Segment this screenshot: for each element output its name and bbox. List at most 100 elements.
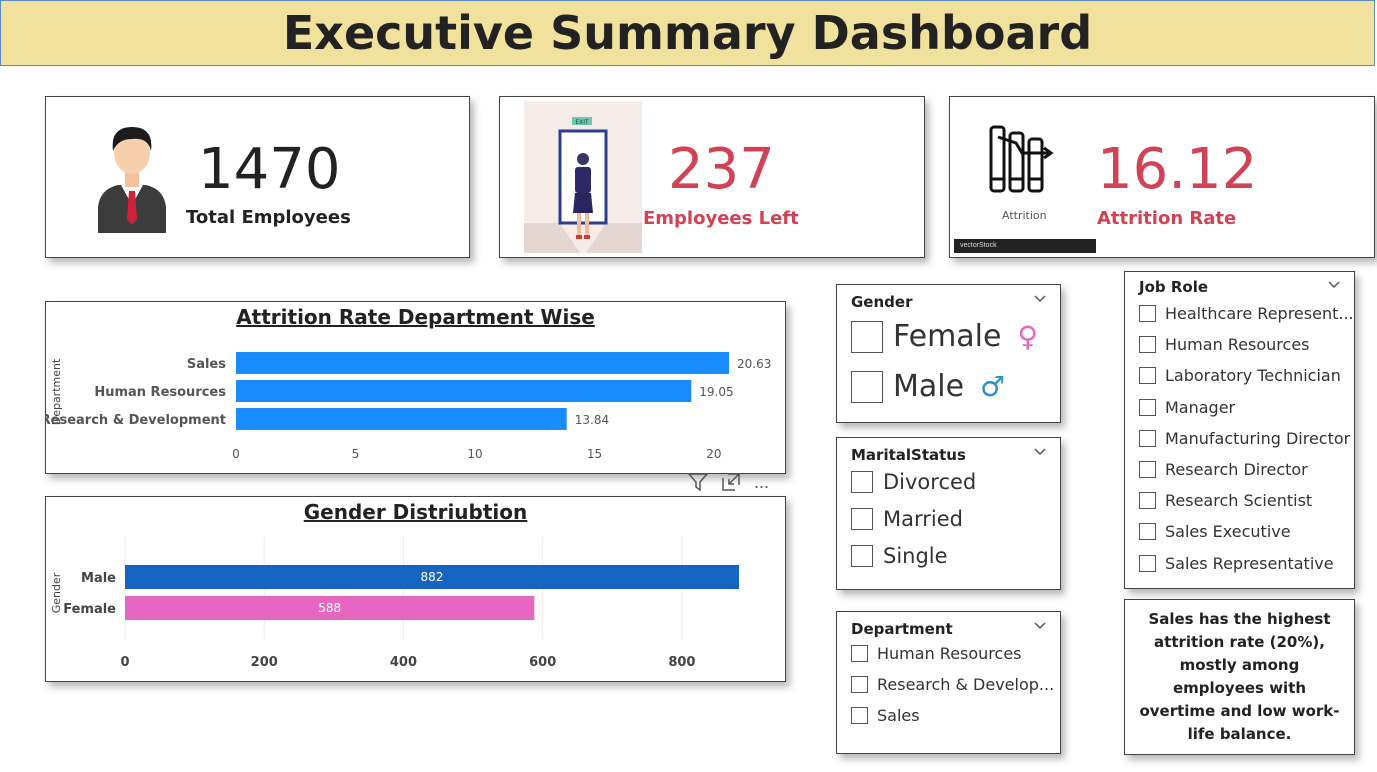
job-role-option[interactable]: Research Scientist [1139,491,1312,510]
focus-mode-icon[interactable] [722,473,740,491]
job-role-option[interactable]: Manufacturing Director [1139,429,1350,448]
marital-option-single[interactable]: Single [851,544,948,568]
x-tick-label: 10 [467,447,482,461]
checkbox[interactable] [1139,398,1156,416]
option-label: Female [893,319,1002,354]
bar-0 [236,352,729,374]
marital-option-married[interactable]: Married [851,507,963,531]
kpi-total-employees-card[interactable]: 1470 Total Employees [45,96,470,258]
data-label: 13.84 [575,413,609,427]
stock-watermark-bar: vectorStock [954,239,1096,253]
checkbox[interactable] [851,471,873,493]
option-label: Research Scientist [1165,491,1313,511]
job-role-option[interactable]: Human Resources [1139,335,1310,354]
male-symbol-icon: ♂ [980,370,1006,403]
checkbox[interactable] [1139,305,1156,322]
option-label: Healthcare Represent... [1165,304,1354,323]
department-option-human-resources[interactable]: Human Resources [851,644,1022,663]
more-options-button[interactable]: ... [754,473,769,491]
x-tick-label: 0 [232,447,240,461]
option-label: Research Director [1165,460,1308,479]
insight-card: Sales has the highest attrition rate (20… [1124,599,1355,755]
marital-status-slicer: MaritalStatus Divorced Married Single [836,437,1061,590]
businessman-icon [98,127,166,233]
option-label: Single [883,544,948,568]
attrition-department-chart[interactable]: Attrition Rate Department Wise Departmen… [45,301,786,474]
marital-option-divorced[interactable]: Divorced [851,470,976,494]
checkbox[interactable] [851,370,883,403]
option-label: Divorced [883,470,977,494]
option-label: Research & Develop... [877,675,1055,694]
attrition-icon [989,125,1054,193]
category-label: Male [81,571,116,586]
attrition-department-chart-svg: Department Sales 20.63Human Resources 19.05… [46,352,771,461]
job-role-option[interactable]: Sales Executive [1139,522,1291,541]
filter-icon[interactable] [688,473,708,491]
data-label: 20.63 [737,357,771,371]
option-label: Laboratory Technician [1165,366,1341,386]
kpi-employees-left-card[interactable]: EXIT 237 Employees Left [499,96,925,258]
job-role-option[interactable]: Manager [1139,398,1235,417]
department-slicer-title: Department [851,620,953,638]
job-role-option[interactable]: Research Director [1139,460,1308,479]
checkbox[interactable] [1139,554,1156,572]
job-role-option[interactable]: Laboratory Technician [1139,366,1341,385]
exit-sign-text: EXIT [575,119,589,126]
x-tick-label: 800 [668,655,695,670]
checkbox[interactable] [1139,367,1156,385]
kpi-attrition-rate-label: Attrition Rate [1097,208,1237,229]
kpi-total-employees-value: 1470 [198,137,341,202]
visual-header-menu: ... [688,468,788,496]
x-tick-label: 600 [529,655,556,670]
checkbox[interactable] [851,545,873,567]
x-tick-label: 15 [587,447,602,461]
checkbox[interactable] [1139,523,1156,541]
bar-1 [236,380,692,402]
y-axis-label: Gender [50,572,63,613]
checkbox[interactable] [1139,461,1156,478]
attrition-image-caption: Attrition [1002,209,1047,222]
gender-slicer: Gender Female ♀ Male ♂ [836,284,1061,423]
marital-status-slicer-title: MaritalStatus [851,446,966,464]
option-label: Human Resources [1165,335,1310,355]
job-role-option[interactable]: Healthcare Represent... [1139,304,1354,323]
kpi-attrition-rate-value: 16.12 [1097,137,1258,202]
department-option-sales[interactable]: Sales [851,706,920,725]
option-label: Sales [877,706,920,725]
chevron-down-icon[interactable] [1034,295,1046,303]
checkbox[interactable] [851,707,868,724]
kpi-employees-left-value: 237 [668,137,775,202]
checkbox[interactable] [851,508,873,530]
female-symbol-icon: ♀ [1017,320,1038,353]
insight-text: Sales has the highest attrition rate (20… [1139,610,1340,743]
gender-distribution-chart[interactable]: Gender Distriubtion 0 200 400 600 800 Gender M… [45,496,786,682]
chevron-down-icon[interactable] [1034,448,1046,456]
gender-option-male[interactable]: Male ♂ [851,369,1005,404]
kpi-total-employees-label: Total Employees [186,207,351,228]
checkbox[interactable] [851,645,868,662]
job-role-slicer: Job Role Healthcare Represent... Human Re… [1124,271,1355,589]
option-label: Sales Executive [1165,522,1291,542]
job-role-option[interactable]: Sales Representative [1139,554,1334,573]
gender-distribution-chart-svg: 0 200 400 600 800 Gender Male 882 Female 588 [50,537,739,670]
checkbox[interactable] [1139,492,1156,510]
chevron-down-icon[interactable] [1034,622,1046,630]
gender-slicer-title: Gender [851,293,913,311]
kpi-attrition-rate-card[interactable]: Attrition vectorStock 16.12 Attrition Ra… [949,96,1375,258]
data-label: 882 [421,570,444,584]
category-label: Human Resources [94,385,226,400]
option-label: Manufacturing Director [1165,428,1351,448]
gender-option-female[interactable]: Female ♀ [851,319,1038,354]
department-slicer: Department Human Resources Research & De… [836,611,1061,754]
bar-2 [236,408,567,430]
category-label: Research & Development [46,413,226,428]
checkbox[interactable] [1139,336,1156,354]
department-option-research-development[interactable]: Research & Develop... [851,675,1054,694]
checkbox[interactable] [851,676,868,693]
checkbox[interactable] [851,320,883,353]
chevron-down-icon[interactable] [1328,281,1340,289]
data-label: 588 [318,601,341,615]
checkbox[interactable] [1139,429,1156,447]
kpi-employees-left-label: Employees Left [643,208,799,229]
x-tick-label: 5 [352,447,360,461]
